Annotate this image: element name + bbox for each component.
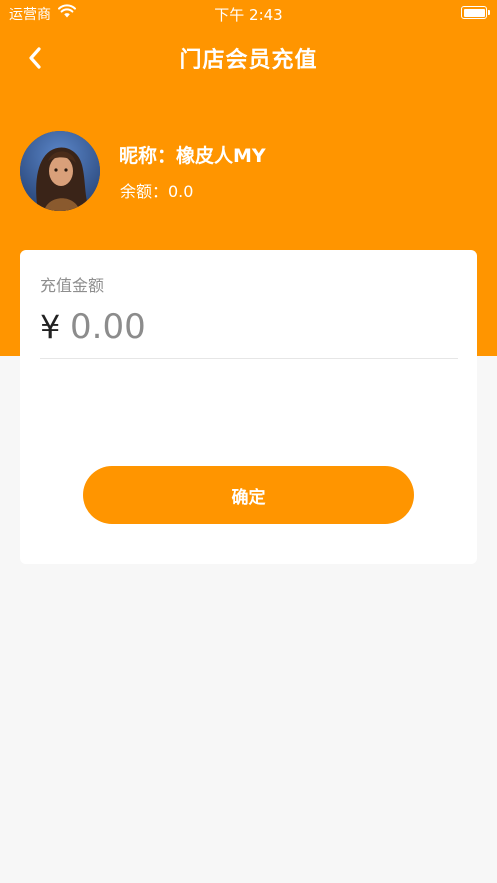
nickname-text: 昵称：橡皮人MY bbox=[119, 145, 266, 167]
status-bar: 运营商 下午 2:43 bbox=[0, 0, 497, 26]
page-title: 门店会员充值 bbox=[179, 48, 318, 73]
balance-text: 余额：0.0 bbox=[120, 182, 194, 201]
confirm-button[interactable]: 确定 bbox=[83, 466, 414, 524]
status-time: 下午 2:43 bbox=[214, 6, 283, 24]
recharge-card: 充值金额 ¥ 确定 bbox=[20, 250, 477, 564]
avatar[interactable] bbox=[20, 131, 100, 211]
avatar-image bbox=[20, 131, 100, 211]
recharge-amount-label: 充值金额 bbox=[40, 276, 105, 295]
amount-input[interactable] bbox=[70, 304, 450, 350]
battery-icon bbox=[461, 6, 490, 19]
divider bbox=[40, 358, 458, 359]
currency-symbol: ¥ bbox=[40, 308, 61, 346]
